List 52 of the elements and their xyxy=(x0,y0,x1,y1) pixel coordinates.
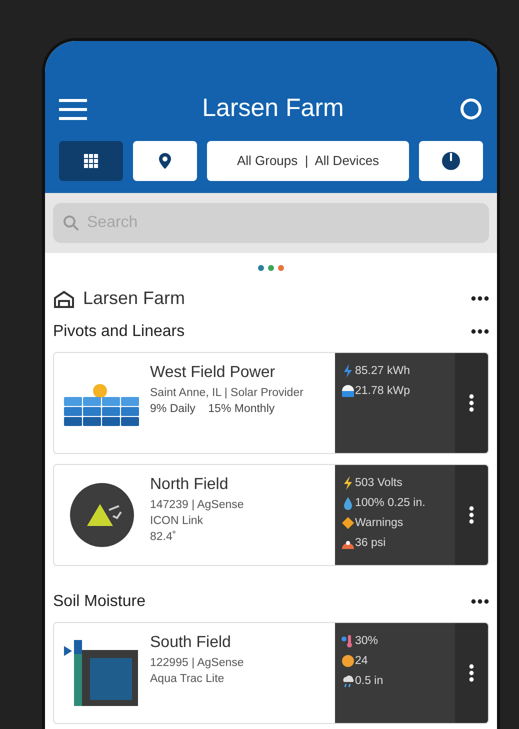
device-detail: ICON Link xyxy=(150,514,204,530)
device-name: West Field Power xyxy=(150,363,276,383)
farm-name: Larsen Farm xyxy=(83,287,186,310)
thermometer-icon xyxy=(341,634,355,648)
device-card[interactable]: West Field Power Saint Anne, IL | Solar Provider 9% Daily 15% Monthly 85.27 kWh 21.78 kWp xyxy=(53,352,489,454)
reading-value: Warnings xyxy=(355,516,404,531)
reading-value: 30% xyxy=(355,634,378,649)
menu-icon xyxy=(59,98,87,120)
device-detail: 122995 | AgSense xyxy=(150,656,245,671)
sun-icon xyxy=(341,654,355,668)
filter-button[interactable]: All Groups | All Devices xyxy=(207,141,409,181)
grid-icon xyxy=(84,154,98,168)
menu-button[interactable] xyxy=(59,97,87,121)
history-button[interactable] xyxy=(419,141,483,181)
reading-value: 36 psi xyxy=(355,536,386,551)
view-tab[interactable] xyxy=(59,141,123,181)
view-tab[interactable] xyxy=(133,141,197,181)
reading-value: 24 xyxy=(355,654,368,669)
pivot-status-icon xyxy=(69,482,135,548)
section-title: Soil Moisture xyxy=(53,592,146,612)
device-detail: 147239 | AgSense xyxy=(150,498,245,513)
reading-value: 503 Volts xyxy=(355,476,402,491)
more-icon xyxy=(471,296,489,301)
device-detail: 82.4˚ xyxy=(150,530,178,546)
device-name: South Field xyxy=(150,633,232,653)
reading-value: 0.5 in xyxy=(355,674,384,689)
search-icon xyxy=(63,215,79,231)
kebab-icon xyxy=(469,506,474,524)
more-icon xyxy=(471,599,489,604)
device-card[interactable]: South Field 122995 | AgSense Aqua Trac Lite 30% 24 0.5 in xyxy=(53,622,489,724)
reading-value: 100% 0.25 in. xyxy=(355,496,426,511)
cloud-rain-icon xyxy=(341,674,355,688)
bolt-icon xyxy=(341,476,355,490)
droplet-icon xyxy=(341,496,355,510)
app-title: Larsen Farm xyxy=(202,93,344,124)
section-title: Pivots and Linears xyxy=(53,322,185,342)
reading-value: 85.27 kWh xyxy=(355,364,410,379)
gauge-icon xyxy=(341,384,355,398)
clock-icon xyxy=(441,151,461,171)
more-icon xyxy=(471,329,489,334)
map-pin-icon xyxy=(159,153,171,169)
bolt-icon xyxy=(341,364,355,378)
device-detail: Aqua Trac Lite xyxy=(150,672,226,688)
barn-icon xyxy=(53,290,75,308)
device-name: North Field xyxy=(150,475,230,495)
device-detail: Saint Anne, IL | Solar Provider xyxy=(150,386,304,401)
kebab-icon xyxy=(469,664,474,682)
kebab-icon xyxy=(469,394,474,412)
reading-value: 21.78 kWp xyxy=(355,384,410,399)
device-card[interactable]: North Field 147239 | AgSense ICON Link 82.4˚ 503 Volts 100% 0.25 in. Warnings 36 psi xyxy=(53,464,489,566)
device-stats: 9% Daily 15% Monthly xyxy=(150,402,276,418)
warning-icon xyxy=(341,516,355,530)
